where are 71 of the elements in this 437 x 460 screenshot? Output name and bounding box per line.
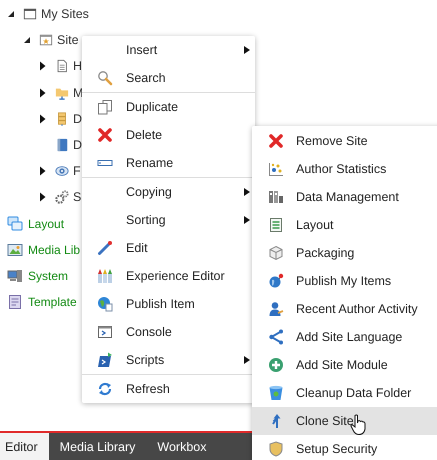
tree-item[interactable]: My Sites (41, 7, 89, 22)
menu-item[interactable]: Delete (126, 128, 255, 142)
bin-icon (268, 385, 284, 401)
menu-item[interactable]: Remove Site (252, 127, 437, 155)
script-icon (97, 352, 113, 368)
menu-item[interactable]: Scripts (126, 353, 244, 367)
window-icon (23, 7, 37, 22)
tree-item[interactable]: S (73, 190, 82, 204)
menu-item[interactable]: Recent Author Activity (252, 295, 437, 323)
binders-icon (268, 189, 284, 205)
tree-item[interactable]: D (73, 112, 82, 126)
menu-item[interactable]: Search (126, 71, 255, 85)
menu-item[interactable]: Copying (126, 185, 244, 199)
tree-item[interactable]: System (28, 268, 68, 283)
add-icon (268, 357, 284, 373)
menu-item[interactable]: Refresh (126, 382, 255, 396)
menu-item[interactable]: Sorting (126, 213, 244, 227)
menu-item[interactable]: Layout (252, 211, 437, 239)
refresh-icon (97, 381, 113, 397)
menu-item[interactable]: Insert (126, 43, 244, 57)
menu-item[interactable]: Add Site Language (252, 323, 437, 351)
delete-icon (97, 127, 113, 143)
scatter-chart-icon (268, 161, 284, 177)
menu-item[interactable]: Author Statistics (252, 155, 437, 183)
folder-icon (55, 86, 69, 100)
cube-icon (268, 245, 284, 261)
menu-item[interactable]: Rename (126, 156, 255, 170)
star-window-icon (39, 33, 53, 48)
tab[interactable]: Workbox (152, 433, 218, 460)
tree-item[interactable]: H (73, 59, 82, 74)
menu-item[interactable]: Clone Site (252, 407, 437, 435)
gears-icon (55, 190, 69, 204)
search-icon (97, 70, 113, 86)
tree-item[interactable]: Media Lib (28, 242, 80, 257)
menu-item[interactable]: Publish My Items (252, 267, 437, 295)
menu-item[interactable]: Add Site Module (252, 351, 437, 379)
globe-icon (97, 296, 113, 312)
template-icon (7, 294, 23, 310)
image-icon (7, 242, 23, 258)
menu-item[interactable]: Duplicate (126, 100, 255, 114)
menu-item[interactable]: Setup Security (252, 435, 437, 460)
menu-item[interactable]: Edit (126, 241, 255, 255)
console-icon (97, 324, 113, 340)
document-icon (55, 59, 69, 74)
tree-item[interactable]: F (73, 164, 81, 178)
shield-icon (268, 441, 284, 457)
globe-pin-icon (268, 273, 284, 289)
pencil-icon (97, 240, 113, 256)
share-icon (268, 329, 284, 345)
delete-icon (268, 133, 284, 149)
tree-item[interactable]: D (73, 138, 82, 152)
person-icon (268, 301, 284, 317)
menu-item[interactable]: Cleanup Data Folder (252, 379, 437, 407)
eye-icon (55, 164, 69, 178)
list-icon (268, 217, 284, 233)
windows-icon (7, 216, 23, 232)
tree-item[interactable]: Site (57, 33, 79, 48)
menu-item[interactable]: Packaging (252, 239, 437, 267)
menu-item[interactable]: Publish Item (126, 297, 255, 311)
tree-item[interactable]: Template (28, 295, 77, 310)
tree-item[interactable]: Layout (28, 216, 64, 231)
tab[interactable]: Media Library (54, 433, 146, 460)
crayons-icon (97, 268, 113, 284)
computers-icon (7, 268, 23, 284)
menu-item[interactable]: Experience Editor (126, 269, 255, 283)
menu-item[interactable]: Console (126, 325, 255, 339)
pages-icon (97, 99, 113, 115)
menu-item[interactable]: Data Management (252, 183, 437, 211)
tab[interactable]: Editor (0, 433, 49, 460)
stack-icon (55, 112, 69, 126)
book-icon (55, 138, 69, 152)
